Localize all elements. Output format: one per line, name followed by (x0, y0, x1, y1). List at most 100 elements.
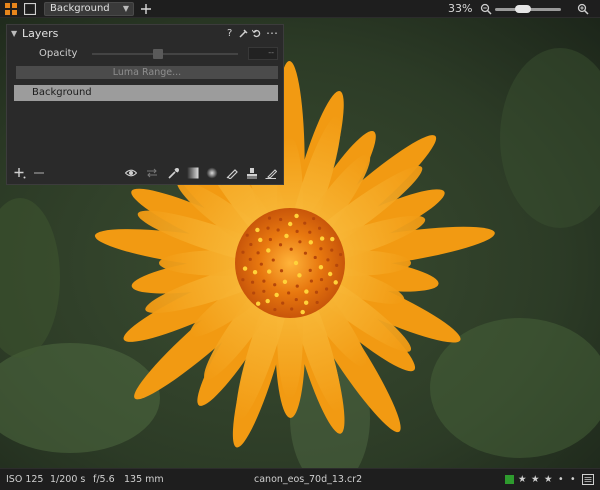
seed (303, 221, 307, 225)
aperture-value: f/5.6 (93, 474, 115, 485)
rating-star-1[interactable]: ★ (518, 474, 527, 485)
swap-icon[interactable] (146, 167, 158, 179)
seed (293, 260, 299, 266)
help-icon[interactable]: ? (227, 28, 232, 39)
seed (255, 227, 260, 233)
shutter-value: 1/200 s (50, 474, 86, 485)
seed (289, 247, 293, 251)
seed (287, 291, 291, 295)
seed (278, 243, 283, 247)
seed (304, 289, 309, 294)
seed (339, 252, 343, 257)
zoom-in-icon[interactable] (577, 3, 589, 15)
seed (252, 291, 256, 295)
seed (308, 240, 313, 245)
seed (271, 258, 275, 262)
seed (258, 237, 263, 243)
opacity-slider-track[interactable] (92, 53, 238, 55)
reset-icon[interactable] (252, 29, 261, 38)
eye-icon[interactable] (125, 167, 137, 179)
seed (318, 264, 324, 270)
seed (287, 221, 293, 227)
radial-mask-icon[interactable] (206, 167, 218, 179)
seed (298, 240, 302, 244)
seed (295, 229, 299, 234)
seed (303, 300, 309, 305)
seed (312, 216, 316, 221)
focal-length-value: 135 mm (124, 474, 164, 485)
seed (274, 292, 279, 298)
seed (267, 269, 272, 274)
seed (259, 262, 263, 266)
seed (309, 279, 314, 283)
seed (330, 248, 334, 252)
seed (335, 263, 339, 267)
seed (255, 301, 261, 306)
erase-mask-icon[interactable] (265, 167, 277, 179)
seed (276, 228, 280, 232)
layers-panel-title: Layers (22, 27, 59, 40)
file-name: canon_eos_70d_13.cr2 (254, 474, 363, 485)
seed (273, 283, 277, 287)
seed (248, 257, 252, 261)
seed (266, 226, 270, 230)
seed (241, 278, 245, 282)
seed (297, 273, 302, 278)
top-toolbar: Background ▼ 33% (0, 0, 600, 18)
draw-mask-icon[interactable] (226, 167, 238, 179)
seed (319, 277, 324, 282)
seed (245, 233, 249, 237)
seed (241, 250, 245, 254)
seed (290, 307, 294, 311)
rating-star-3[interactable]: ★ (544, 474, 553, 485)
seed (308, 230, 312, 234)
status-bar: ISO 125 1/200 s f/5.6 135 mm canon_eos_7… (0, 468, 600, 490)
gradient-mask-icon[interactable] (187, 167, 199, 179)
collapse-chevron-icon[interactable]: ▼ (11, 29, 17, 38)
brush-icon[interactable] (239, 29, 248, 38)
add-layer-icon[interactable] (14, 167, 26, 179)
seed (242, 266, 248, 271)
opacity-slider-thumb[interactable] (153, 49, 163, 59)
single-view-icon[interactable] (24, 3, 36, 15)
seed (314, 290, 319, 294)
seed (256, 251, 260, 255)
picker-icon[interactable] (168, 167, 180, 179)
remove-layer-icon[interactable] (33, 167, 45, 179)
grid-view-icon[interactable] (5, 3, 17, 15)
luma-range-button[interactable]: Luma Range... (16, 66, 278, 79)
rating-dot-5[interactable]: • (570, 474, 576, 485)
layer-select-value: Background (50, 3, 110, 14)
layer-row-background[interactable]: Background (14, 85, 278, 101)
iso-value: ISO 125 (6, 474, 44, 485)
info-panel-icon[interactable] (582, 474, 594, 485)
seed (319, 247, 323, 251)
color-tag-green[interactable] (505, 475, 514, 484)
seed (294, 297, 298, 302)
zoom-out-icon[interactable] (480, 3, 492, 15)
zoom-slider-thumb[interactable] (515, 5, 531, 13)
more-icon[interactable]: ⋯ (266, 26, 278, 40)
layers-panel: ▼ Layers ? ⋯ Opacity -- Luma Range... Ba… (6, 24, 284, 185)
seed (317, 226, 322, 230)
seed (330, 236, 335, 242)
chevron-down-icon: ▼ (122, 4, 129, 13)
seed (249, 242, 253, 247)
seed (282, 279, 288, 285)
seed (303, 251, 308, 255)
seed (273, 307, 277, 312)
layer-select[interactable]: Background ▼ (44, 2, 134, 16)
rating-star-2[interactable]: ★ (531, 474, 540, 485)
seed (262, 289, 266, 293)
seed (326, 258, 330, 262)
rating-dot-4[interactable]: • (558, 474, 564, 485)
seed (281, 301, 285, 305)
opacity-value-field[interactable]: -- (248, 47, 278, 60)
seed (262, 279, 266, 283)
stamp-icon[interactable] (246, 167, 258, 179)
seed (294, 213, 299, 219)
seed (268, 237, 272, 242)
seed (265, 298, 270, 304)
seed (279, 269, 284, 273)
add-layer-plus-icon[interactable] (140, 3, 152, 15)
